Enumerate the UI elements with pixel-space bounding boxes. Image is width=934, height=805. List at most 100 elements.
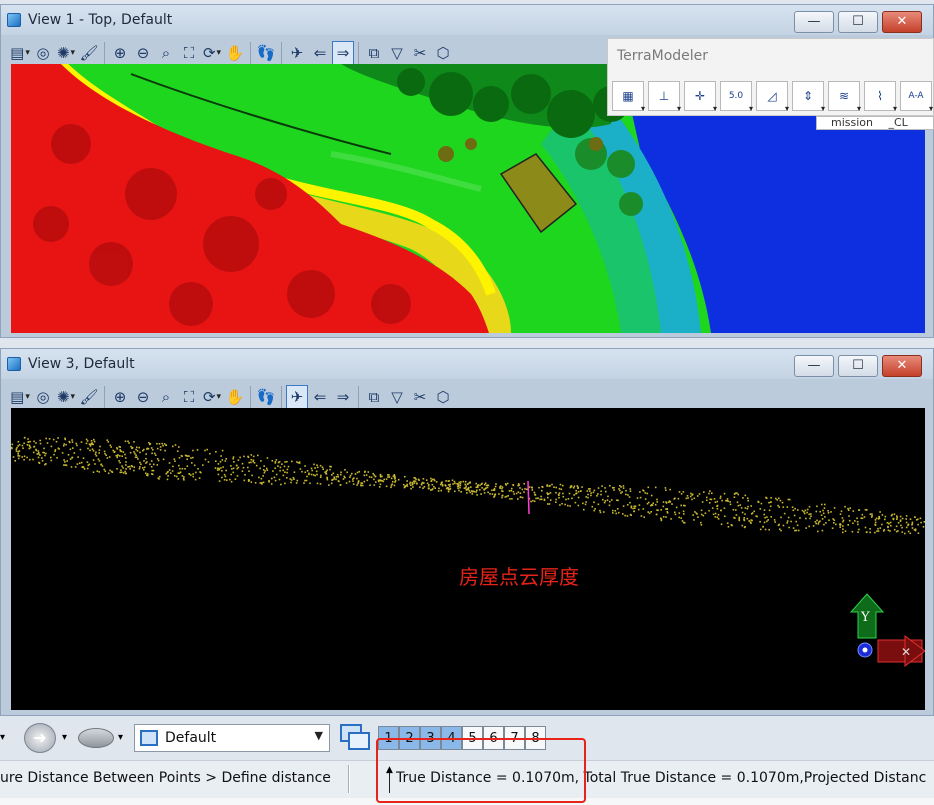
- cloud-point: [801, 509, 804, 512]
- cloud-point: [394, 480, 397, 482]
- cloud-point: [512, 484, 515, 487]
- view-previous-icon[interactable]: ⇐: [309, 41, 331, 65]
- fly-plane-icon[interactable]: ✈: [286, 385, 308, 409]
- cloud-point: [890, 524, 892, 527]
- section-ab-icon[interactable]: A-A: [900, 81, 933, 113]
- cloud-point: [75, 442, 78, 445]
- terrain-icon[interactable]: [78, 728, 114, 748]
- camera-cone-icon[interactable]: ▽: [386, 385, 408, 409]
- terramodeler-toolbar[interactable]: TerraModeler ▦⊥✛5.0◿⇕≋⌇A-A: [607, 38, 934, 116]
- copy-view-icon[interactable]: ⧉: [363, 41, 385, 65]
- cloud-point: [568, 492, 571, 495]
- cloud-point: [361, 484, 364, 487]
- clip-volume-icon[interactable]: ✂: [409, 41, 431, 65]
- walk-footprints-icon[interactable]: 👣: [255, 41, 277, 65]
- cloud-point: [310, 467, 313, 470]
- zoom-out-icon[interactable]: ⊖: [132, 41, 154, 65]
- cloud-point: [387, 474, 389, 476]
- view3-titlebar[interactable]: View 3, Default — ☐ ✕: [1, 349, 933, 379]
- view-next-icon[interactable]: ⇒: [332, 385, 354, 409]
- toolbar-separator: [281, 386, 282, 408]
- cloud-point: [476, 494, 478, 496]
- cloud-point: [92, 450, 95, 452]
- height-arrows-icon[interactable]: ⇕: [792, 81, 825, 113]
- cloud-point: [64, 464, 67, 466]
- cloud-point: [648, 512, 651, 515]
- window-area-icon[interactable]: ⌕: [155, 41, 177, 65]
- lighting-icon[interactable]: ✺: [55, 385, 77, 409]
- fit-view-icon[interactable]: ⛶: [178, 41, 200, 65]
- view1-titlebar[interactable]: View 1 - Top, Default — ☐ ✕: [1, 5, 933, 35]
- contours-icon[interactable]: ≋: [828, 81, 861, 113]
- zoom-out-icon[interactable]: ⊖: [132, 385, 154, 409]
- pan-hand-icon[interactable]: ✋: [224, 41, 246, 65]
- cloud-point: [286, 477, 288, 479]
- display-style-icon[interactable]: ◎: [32, 41, 54, 65]
- cloud-point: [600, 490, 602, 493]
- fit-view-icon[interactable]: ⛶: [178, 385, 200, 409]
- cloud-point: [767, 519, 769, 521]
- clip-cube-icon[interactable]: ⬡: [432, 385, 454, 409]
- zoom-in-icon[interactable]: ⊕: [109, 385, 131, 409]
- cloud-point: [423, 486, 426, 488]
- copy-view-icon[interactable]: ⧉: [363, 385, 385, 409]
- view-attributes-icon[interactable]: ▤: [9, 41, 31, 65]
- forward-arrow-icon[interactable]: ➜: [24, 723, 56, 753]
- toolbar-separator: [250, 42, 251, 64]
- view-groups-icon[interactable]: [338, 722, 372, 752]
- cloud-point: [156, 447, 159, 450]
- cloud-point: [618, 488, 620, 490]
- maximize-button[interactable]: ☐: [838, 355, 878, 377]
- close-button[interactable]: ✕: [882, 355, 922, 377]
- cloud-point: [360, 484, 362, 486]
- add-point-icon[interactable]: ✛: [684, 81, 717, 113]
- cloud-point: [858, 528, 860, 531]
- cloud-point: [690, 492, 692, 495]
- camera-cone-icon[interactable]: ▽: [386, 41, 408, 65]
- close-button[interactable]: ✕: [882, 11, 922, 33]
- cloud-point: [682, 521, 685, 524]
- window-area-icon[interactable]: ⌕: [155, 385, 177, 409]
- walk-footprints-icon[interactable]: 👣: [255, 385, 277, 409]
- minimize-button[interactable]: —: [794, 11, 834, 33]
- cloud-point: [581, 486, 583, 488]
- maximize-button[interactable]: ☐: [838, 11, 878, 33]
- view-attributes-icon[interactable]: ▤: [9, 385, 31, 409]
- contour-label-icon[interactable]: 5.0: [720, 81, 753, 113]
- cloud-point: [100, 463, 102, 466]
- view-next-icon[interactable]: ⇒: [332, 41, 354, 65]
- cloud-point: [558, 487, 561, 490]
- view3-viewport[interactable]: 房屋点云厚度 ✕ Y: [11, 408, 925, 710]
- cloud-point: [486, 486, 489, 489]
- fly-plane-icon[interactable]: ✈: [286, 41, 308, 65]
- cloud-point: [261, 482, 263, 484]
- back-arrow-partial-icon[interactable]: ▾: [0, 732, 5, 743]
- model-combo[interactable]: Default ▼: [134, 724, 330, 752]
- zoom-in-icon[interactable]: ⊕: [109, 41, 131, 65]
- section-profile-icon[interactable]: ⊥: [648, 81, 681, 113]
- dropdown-arrow-icon[interactable]: ▾: [62, 732, 67, 743]
- pan-hand-icon[interactable]: ✋: [224, 385, 246, 409]
- behind-label-cl: _CL: [888, 116, 908, 129]
- brush-update-icon[interactable]: 🖌: [78, 41, 100, 65]
- brush-update-icon[interactable]: 🖌: [78, 385, 100, 409]
- minimize-button[interactable]: —: [794, 355, 834, 377]
- building-grid-icon[interactable]: ▦: [612, 81, 645, 113]
- cloud-point: [148, 441, 150, 444]
- cloud-point: [874, 523, 876, 526]
- cloud-point: [233, 461, 235, 463]
- rotate-view-icon[interactable]: ⟳: [201, 41, 223, 65]
- triangle-edit-icon[interactable]: ◿: [756, 81, 789, 113]
- cloud-point: [495, 483, 497, 485]
- clip-volume-icon[interactable]: ✂: [409, 385, 431, 409]
- cloud-point: [797, 509, 799, 511]
- rotate-view-icon[interactable]: ⟳: [201, 385, 223, 409]
- cloud-point: [625, 489, 627, 492]
- breakline-icon[interactable]: ⌇: [864, 81, 897, 113]
- dropdown-arrow-icon[interactable]: ▾: [118, 732, 123, 743]
- cloud-point: [63, 443, 65, 445]
- lighting-icon[interactable]: ✺: [55, 41, 77, 65]
- clip-cube-icon[interactable]: ⬡: [432, 41, 454, 65]
- display-style-icon[interactable]: ◎: [32, 385, 54, 409]
- view-previous-icon[interactable]: ⇐: [309, 385, 331, 409]
